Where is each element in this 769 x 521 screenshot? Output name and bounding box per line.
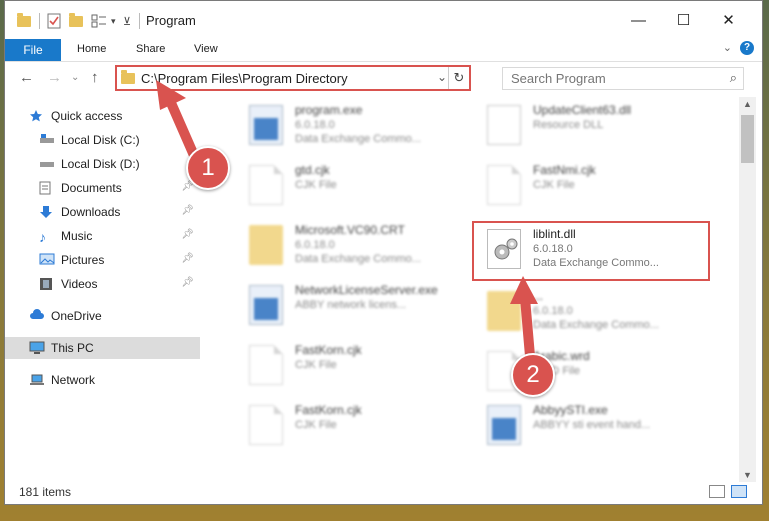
step-marker-2: 2 bbox=[511, 353, 555, 397]
annotation-overlay bbox=[156, 80, 538, 361]
arrow-1 bbox=[156, 80, 201, 165]
arrow-2 bbox=[510, 276, 538, 361]
step-marker-1: 1 bbox=[186, 146, 230, 190]
